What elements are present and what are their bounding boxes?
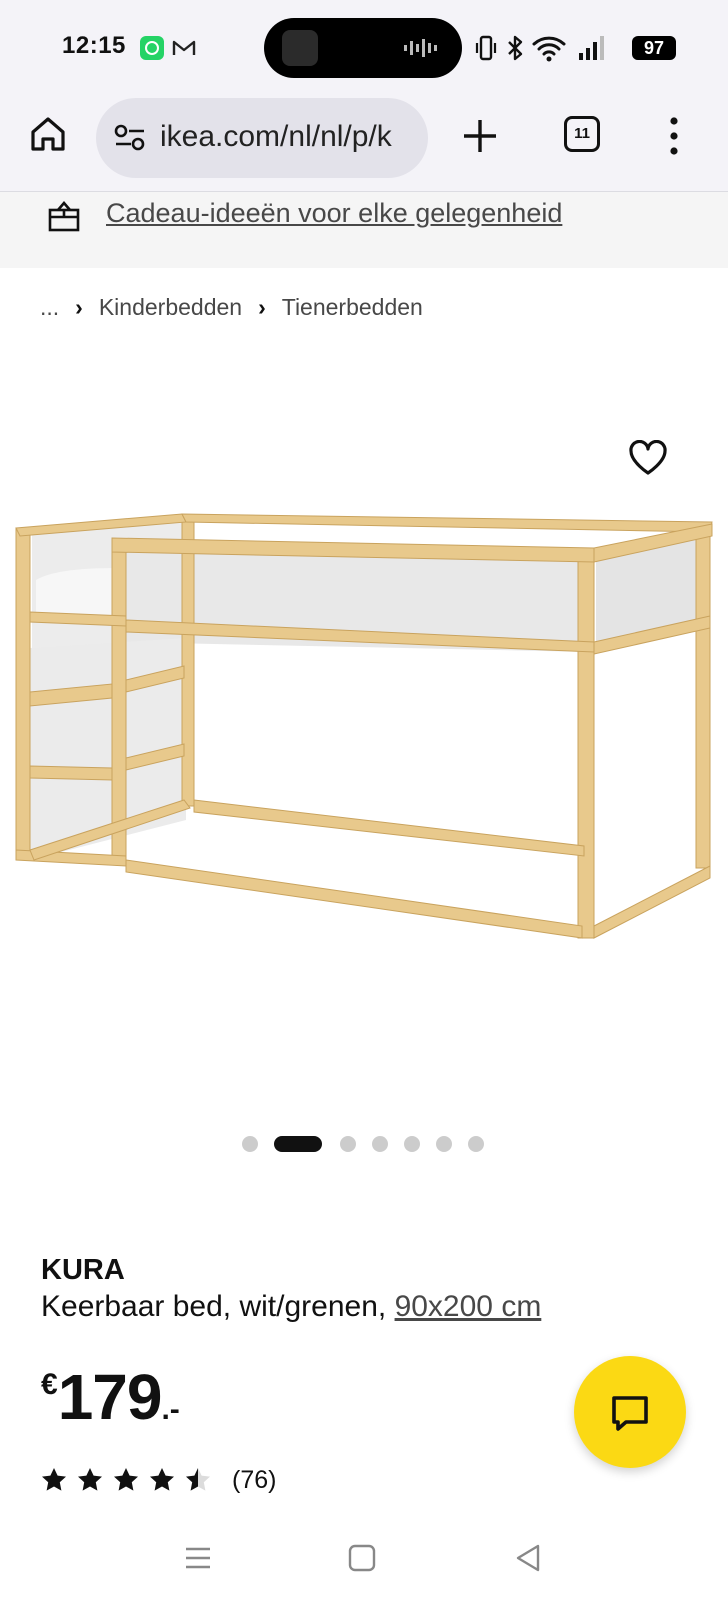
product-price: €179.- bbox=[41, 1360, 180, 1434]
new-tab-icon[interactable] bbox=[460, 116, 500, 156]
recent-apps-icon[interactable] bbox=[182, 1542, 214, 1574]
chevron-right-icon: › bbox=[258, 294, 266, 320]
vibrate-icon bbox=[475, 35, 497, 61]
price-integer: 179 bbox=[57, 1361, 163, 1433]
product-description: Keerbaar bed, wit/grenen, 90x200 cm bbox=[41, 1290, 541, 1324]
media-thumbnail-icon bbox=[282, 30, 318, 66]
url-text[interactable]: ikea.com/nl/nl/p/k bbox=[160, 120, 392, 154]
product-size-link[interactable]: 90x200 cm bbox=[395, 1290, 542, 1323]
product-name: KURA bbox=[41, 1254, 125, 1286]
browser-toolbar: ikea.com/nl/nl/p/k 11 bbox=[0, 94, 728, 192]
carousel-dot[interactable] bbox=[242, 1136, 258, 1152]
breadcrumb-item-tienerbedden[interactable]: Tienerbedden bbox=[282, 294, 423, 321]
gift-box-icon bbox=[48, 201, 80, 232]
home-icon[interactable] bbox=[28, 114, 68, 154]
back-icon[interactable] bbox=[512, 1542, 544, 1574]
product-description-text: Keerbaar bed, wit/grenen, bbox=[41, 1290, 395, 1323]
whatsapp-icon bbox=[140, 36, 164, 60]
signal-icon bbox=[579, 36, 604, 60]
price-decimal: .- bbox=[161, 1393, 180, 1426]
system-navigation-bar bbox=[0, 1520, 728, 1600]
star-full-icon bbox=[150, 1468, 174, 1491]
price-currency: € bbox=[41, 1368, 58, 1401]
dynamic-island bbox=[264, 18, 462, 78]
carousel-dot[interactable] bbox=[404, 1136, 420, 1152]
star-half-icon bbox=[186, 1468, 210, 1491]
bluetooth-icon bbox=[508, 35, 523, 61]
address-bar[interactable]: ikea.com/nl/nl/p/k bbox=[96, 98, 428, 178]
home-nav-icon[interactable] bbox=[346, 1542, 378, 1574]
review-count[interactable]: (76) bbox=[232, 1466, 276, 1495]
carousel-dot[interactable] bbox=[468, 1136, 484, 1152]
promo-banner: Cadeau-ideeën voor elke gelegenheid bbox=[0, 192, 728, 268]
carousel-dot[interactable] bbox=[372, 1136, 388, 1152]
status-time: 12:15 bbox=[62, 32, 126, 59]
gmail-icon bbox=[172, 36, 196, 60]
heart-icon[interactable] bbox=[628, 440, 668, 476]
promo-link[interactable]: Cadeau-ideeën voor elke gelegenheid bbox=[106, 198, 562, 229]
chat-bubble-icon bbox=[612, 1396, 648, 1431]
chat-button[interactable] bbox=[574, 1356, 686, 1468]
carousel-indicator bbox=[0, 1136, 728, 1156]
site-settings-icon[interactable] bbox=[114, 124, 146, 152]
breadcrumb-item-kinderbedden[interactable]: Kinderbedden bbox=[99, 294, 242, 321]
more-options-icon[interactable] bbox=[668, 116, 680, 156]
chevron-right-icon: › bbox=[75, 294, 83, 320]
status-bar: 12:15 97 bbox=[0, 0, 728, 94]
product-image[interactable] bbox=[0, 380, 728, 1080]
battery-indicator: 97 bbox=[632, 36, 676, 60]
breadcrumb-ellipsis[interactable]: ... bbox=[40, 294, 59, 321]
tab-switcher-button[interactable]: 11 bbox=[564, 116, 600, 152]
carousel-dot[interactable] bbox=[436, 1136, 452, 1152]
carousel-dot-active[interactable] bbox=[274, 1136, 322, 1152]
star-full-icon bbox=[114, 1468, 138, 1491]
star-full-icon bbox=[78, 1468, 102, 1491]
audio-wave-icon bbox=[404, 39, 437, 57]
wifi-icon bbox=[532, 36, 566, 62]
breadcrumb: ... › Kinderbedden › Tienerbedden bbox=[40, 294, 423, 321]
carousel-dot[interactable] bbox=[340, 1136, 356, 1152]
star-full-icon bbox=[42, 1468, 66, 1491]
